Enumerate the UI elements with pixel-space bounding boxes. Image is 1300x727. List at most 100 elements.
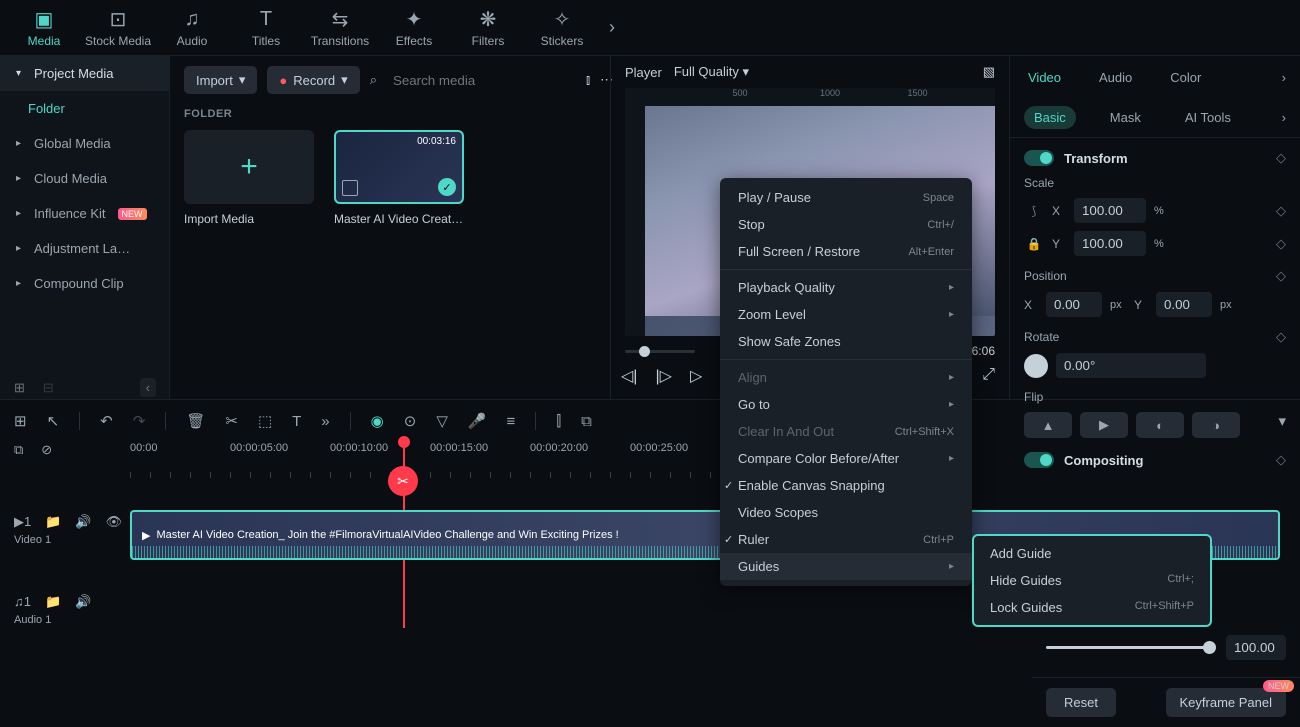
lock-icon[interactable]: 🔒 xyxy=(1024,237,1044,251)
sidebar-compound-clip[interactable]: ▸Compound Clip xyxy=(0,266,169,301)
more-tools-icon[interactable]: » xyxy=(321,413,329,430)
folder-icon[interactable]: 📁 xyxy=(45,514,61,530)
ctx-stop[interactable]: StopCtrl+/ xyxy=(720,211,972,238)
sidebar-folder[interactable]: Folder xyxy=(0,91,169,126)
visibility-icon[interactable]: 👁 xyxy=(106,514,123,530)
zoom-slider[interactable] xyxy=(625,350,695,353)
position-x-input[interactable] xyxy=(1046,292,1102,317)
tab-titles[interactable]: TTitles xyxy=(230,0,302,56)
ctx-ruler[interactable]: ✓RulerCtrl+P xyxy=(720,526,972,553)
sub-hide-guides[interactable]: Hide GuidesCtrl+; xyxy=(974,567,1210,594)
tab-stock-media[interactable]: ⊡Stock Media xyxy=(82,0,154,56)
keyframe-diamond-icon[interactable]: ◇ xyxy=(1276,268,1286,284)
flip-h-button[interactable]: ▲ xyxy=(1024,412,1072,438)
flip-4-button[interactable]: ◑ xyxy=(1192,412,1240,438)
ctx-goto[interactable]: Go to▸ xyxy=(720,391,972,418)
record-button[interactable]: ●Record▾ xyxy=(267,66,359,94)
sub-lock-guides[interactable]: Lock GuidesCtrl+Shift+P xyxy=(974,594,1210,621)
undo-icon[interactable]: ↶ xyxy=(100,412,113,430)
dropdown-icon[interactable]: ▾ xyxy=(1278,412,1286,430)
opacity-input[interactable] xyxy=(1226,635,1286,660)
tab-media[interactable]: ▣Media xyxy=(8,0,80,56)
flip-3-button[interactable]: ◐ xyxy=(1136,412,1184,438)
rotate-input[interactable] xyxy=(1056,353,1206,378)
scale-y-input[interactable] xyxy=(1074,231,1146,256)
subtab-mask[interactable]: Mask xyxy=(1100,106,1151,129)
ctx-playback-quality[interactable]: Playback Quality▸ xyxy=(720,274,972,301)
redo-icon[interactable]: ↷ xyxy=(133,412,146,430)
sidebar-project-media[interactable]: ▾Project Media xyxy=(0,56,169,91)
ctx-video-scopes[interactable]: Video Scopes xyxy=(720,499,972,526)
tab-color[interactable]: Color xyxy=(1166,60,1205,95)
link-icon[interactable]: ⟆ xyxy=(1024,204,1044,218)
transform-toggle[interactable] xyxy=(1024,150,1054,166)
mute-icon[interactable]: 🔊 xyxy=(75,514,91,530)
subtabs-more[interactable]: › xyxy=(1282,110,1286,125)
align-icon[interactable]: ≡ xyxy=(507,413,516,430)
tab-transitions[interactable]: ⇆Transitions xyxy=(304,0,376,56)
snapshot-icon[interactable]: ▧ xyxy=(983,64,995,80)
sub-add-guide[interactable]: Add Guide xyxy=(974,540,1210,567)
next-frame-icon[interactable]: |▷ xyxy=(655,366,671,386)
ctx-zoom-level[interactable]: Zoom Level▸ xyxy=(720,301,972,328)
ai-icon[interactable]: ◉ xyxy=(371,412,384,430)
media-clip-card[interactable]: 00:03:16 ✓ Master AI Video Creati… xyxy=(334,130,464,226)
audio-track-icon[interactable]: ♫1 xyxy=(14,594,31,610)
keyframe-panel-button[interactable]: Keyframe PanelNEW xyxy=(1166,688,1287,717)
tab-audio-prop[interactable]: Audio xyxy=(1095,60,1136,95)
filter-icon[interactable]: ⫾ xyxy=(586,72,590,88)
keyframe-diamond-icon[interactable]: ◇ xyxy=(1276,236,1286,252)
import-media-card[interactable]: + Import Media xyxy=(184,130,314,226)
magnetic-icon[interactable]: ⫿ xyxy=(556,413,561,430)
playhead[interactable] xyxy=(398,436,410,448)
ctx-play-pause[interactable]: Play / PauseSpace xyxy=(720,184,972,211)
tab-stickers[interactable]: ✧Stickers xyxy=(526,0,598,56)
sidebar-adjustment-layer[interactable]: ▸Adjustment La… xyxy=(0,231,169,266)
mic-icon[interactable]: 🎤 xyxy=(468,412,487,430)
tab-video[interactable]: Video xyxy=(1024,60,1065,95)
play-icon[interactable]: ▷ xyxy=(690,366,702,386)
import-button[interactable]: Import▾ xyxy=(184,66,257,94)
ctx-compare-color[interactable]: Compare Color Before/After▸ xyxy=(720,445,972,472)
grid-icon[interactable]: ⊞ xyxy=(14,412,27,430)
scale-x-input[interactable] xyxy=(1074,198,1146,223)
keyframe-diamond-icon[interactable]: ◇ xyxy=(1276,150,1286,166)
quality-dropdown[interactable]: Full Quality ▾ xyxy=(674,64,749,80)
toolbar-more[interactable]: › xyxy=(600,17,624,38)
folder-icon[interactable]: 📁 xyxy=(45,594,61,610)
copy-icon[interactable]: ⧉ xyxy=(14,442,23,458)
mute-icon[interactable]: 🔊 xyxy=(75,594,91,610)
subtab-basic[interactable]: Basic xyxy=(1024,106,1076,129)
timeline-ruler[interactable]: ⧉ ⊘ 00:00 00:00:05:00 00:00:10:00 00:00:… xyxy=(0,442,1300,472)
sidebar-influence-kit[interactable]: ▸Influence KitNEW xyxy=(0,196,169,231)
ctx-guides[interactable]: Guides▸ xyxy=(720,553,972,580)
rotate-dial[interactable] xyxy=(1024,354,1048,378)
opacity-slider[interactable] xyxy=(1046,646,1216,649)
sidebar-global-media[interactable]: ▸Global Media xyxy=(0,126,169,161)
tab-audio[interactable]: ♫Audio xyxy=(156,0,228,56)
playhead-cut-icon[interactable]: ✂ xyxy=(388,466,418,496)
cut-icon[interactable]: ✂ xyxy=(225,412,238,430)
tab-filters[interactable]: ❋Filters xyxy=(452,0,524,56)
marker-icon[interactable]: ▽ xyxy=(436,412,448,430)
prev-frame-icon[interactable]: ◁| xyxy=(621,366,637,386)
link-icon[interactable]: ⧉ xyxy=(581,413,592,430)
search-input[interactable] xyxy=(387,67,576,94)
ctx-safe-zones[interactable]: Show Safe Zones xyxy=(720,328,972,355)
flip-v-button[interactable]: ▶ xyxy=(1080,412,1128,438)
tab-effects[interactable]: ✦Effects xyxy=(378,0,450,56)
pointer-icon[interactable]: ↖ xyxy=(47,412,60,430)
crop-icon[interactable]: ⬚ xyxy=(258,412,272,430)
speed-icon[interactable]: ⊙ xyxy=(404,412,417,430)
text-icon[interactable]: T xyxy=(292,413,301,430)
ctx-canvas-snapping[interactable]: ✓Enable Canvas Snapping xyxy=(720,472,972,499)
collapse-sidebar-icon[interactable]: ‹ xyxy=(140,378,156,397)
props-more[interactable]: › xyxy=(1282,70,1286,85)
position-y-input[interactable] xyxy=(1156,292,1212,317)
subtab-ai-tools[interactable]: AI Tools xyxy=(1175,106,1241,129)
video-track-icon[interactable]: ▶1 xyxy=(14,514,31,530)
delete-icon[interactable]: 🗑 xyxy=(186,412,205,430)
fullscreen-icon[interactable]: ⤢ xyxy=(982,366,995,386)
ctx-fullscreen[interactable]: Full Screen / RestoreAlt+Enter xyxy=(720,238,972,265)
sidebar-cloud-media[interactable]: ▸Cloud Media xyxy=(0,161,169,196)
